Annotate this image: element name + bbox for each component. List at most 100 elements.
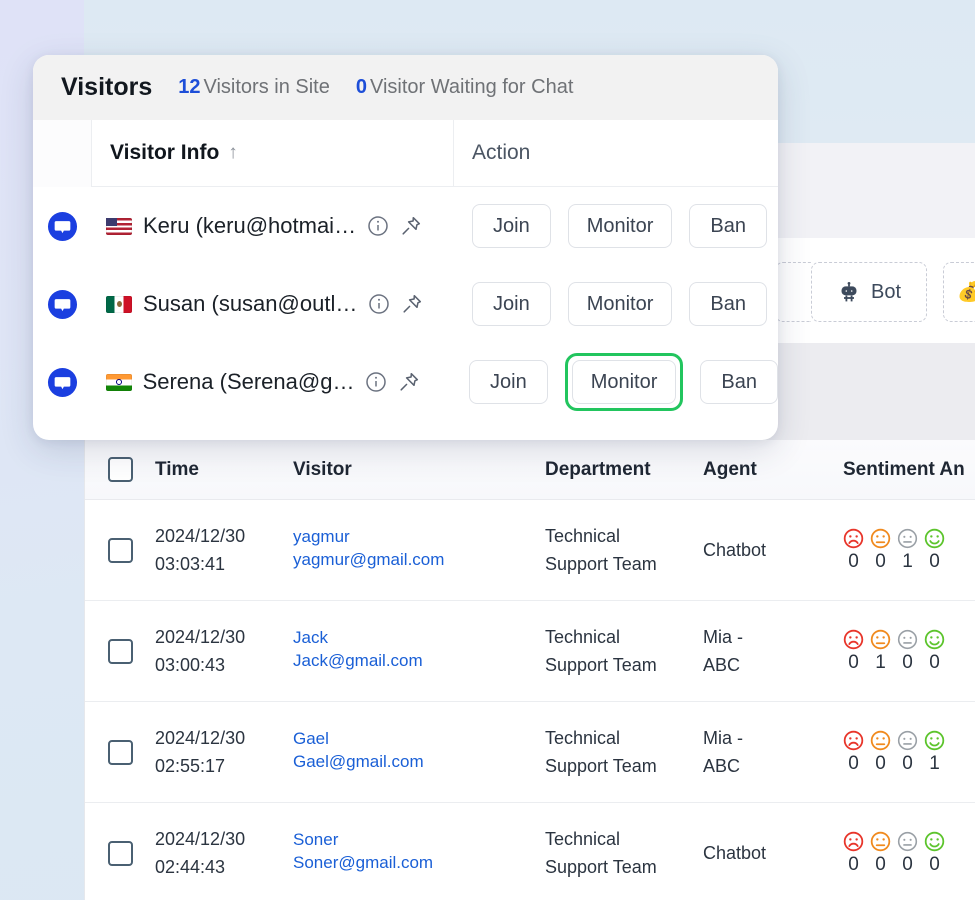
visitor-chat-cell[interactable] xyxy=(33,289,92,320)
pin-icon[interactable] xyxy=(401,293,423,315)
sentiment-count-sad: 0 xyxy=(875,550,886,572)
cell-agent: Chatbot xyxy=(703,536,843,564)
department-line-1: Technical xyxy=(545,727,621,748)
visitors-column-header-info[interactable]: Visitor Info ↑ xyxy=(92,119,454,187)
neutral-face-icon xyxy=(897,730,918,751)
row-checkbox[interactable] xyxy=(107,638,133,664)
row-select-cell[interactable] xyxy=(85,739,155,765)
info-icon[interactable] xyxy=(367,215,389,237)
visitor-email-link[interactable]: Jack@gmail.com xyxy=(293,648,545,675)
sentiment-face-icons xyxy=(843,831,945,852)
sad-face-icon xyxy=(870,831,891,852)
sentiment-count-angry: 0 xyxy=(848,752,859,774)
visitors-popup-panel: Visitors 12 Visitors in Site 0 Visitor Wai… xyxy=(33,55,778,440)
visitor-chat-cell[interactable] xyxy=(33,367,92,398)
column-header-agent[interactable]: Agent xyxy=(703,459,843,481)
visitors-column-header-action: Action xyxy=(472,141,531,164)
join-button[interactable]: Join xyxy=(472,204,551,248)
visitor-name-link[interactable]: Gael xyxy=(293,729,329,748)
visitor-name-link[interactable]: Soner xyxy=(293,830,338,849)
row-checkbox[interactable] xyxy=(107,537,133,563)
table-row[interactable]: 2024/12/30 02:55:17 Gael Gael@gmail.com … xyxy=(85,702,975,803)
column-header-time[interactable]: Time xyxy=(155,459,293,481)
toolbar-chip-partial-right[interactable]: 💰 xyxy=(943,262,975,322)
visitor-chat-cell[interactable] xyxy=(33,211,92,242)
department-line-2: Support Team xyxy=(545,756,657,776)
cell-time: 2024/12/30 03:00:43 xyxy=(155,623,293,680)
visitor-email-link[interactable]: Soner@gmail.com xyxy=(293,850,545,877)
column-header-sentiment[interactable]: Sentiment An xyxy=(843,459,975,481)
cell-time: 2024/12/30 03:03:41 xyxy=(155,522,293,579)
pin-icon[interactable] xyxy=(398,371,420,393)
visitor-name-link[interactable]: Jack xyxy=(293,628,328,647)
toolbar-chip-partial-left[interactable] xyxy=(775,262,811,322)
monitor-button-focus-ring: Monitor xyxy=(564,353,684,411)
table-header-row: Time Visitor Department Agent Sentiment … xyxy=(85,440,975,500)
chat-bubble-icon[interactable] xyxy=(47,367,78,398)
table-row[interactable]: 2024/12/30 03:00:43 Jack Jack@gmail.com … xyxy=(85,601,975,702)
monitor-button[interactable]: Monitor xyxy=(567,204,673,248)
stat-visitors-waiting-count: 0 xyxy=(355,76,367,98)
chat-bubble-icon[interactable] xyxy=(47,289,78,320)
visitor-info-cell: Serena (Serena@g… xyxy=(92,369,451,395)
ban-button[interactable]: Ban xyxy=(689,204,767,248)
join-button[interactable]: Join xyxy=(469,360,548,404)
toolbar-chip-bot[interactable]: Bot xyxy=(811,262,927,322)
cell-agent: Mia - ABC xyxy=(703,623,843,680)
sentiment-count-neutral: 1 xyxy=(902,550,913,572)
department-line-1: Technical xyxy=(545,828,621,849)
cell-visitor: yagmur yagmur@gmail.com xyxy=(293,526,545,574)
angry-face-icon xyxy=(843,528,864,549)
row-checkbox[interactable] xyxy=(107,739,133,765)
visitor-email-link[interactable]: yagmur@gmail.com xyxy=(293,547,545,574)
money-icon: 💰 xyxy=(957,282,975,303)
visitor-email-link[interactable]: Gael@gmail.com xyxy=(293,749,545,776)
sentiment-counts: 0 0 0 0 xyxy=(843,854,945,876)
sentiment-count-angry: 0 xyxy=(848,853,859,875)
visitors-column-header-row: Visitor Info ↑ Action xyxy=(33,119,778,187)
sort-ascending-icon[interactable]: ↑ xyxy=(228,142,238,164)
row-select-cell[interactable] xyxy=(85,638,155,664)
agent-line-1: Chatbot xyxy=(703,539,767,560)
department-line-1: Technical xyxy=(545,626,621,647)
visitor-name-link[interactable]: yagmur xyxy=(293,527,350,546)
row-checkbox[interactable] xyxy=(107,840,133,866)
cell-sentiment: 0 0 0 0 xyxy=(843,831,975,876)
info-icon[interactable] xyxy=(368,293,390,315)
join-button[interactable]: Join xyxy=(472,282,551,326)
monitor-button[interactable]: Monitor xyxy=(567,282,673,326)
visitor-row[interactable]: Susan (susan@outl… Join Monitor Ban xyxy=(33,265,778,343)
info-icon[interactable] xyxy=(365,371,387,393)
sentiment-count-neutral: 0 xyxy=(902,752,913,774)
visitor-action-cell: Join Monitor Ban xyxy=(454,204,767,248)
ban-button[interactable]: Ban xyxy=(689,282,767,326)
cell-time-text: 03:00:43 xyxy=(155,655,226,675)
row-select-cell[interactable] xyxy=(85,840,155,866)
sentiment-count-neutral: 0 xyxy=(902,651,913,673)
robot-icon xyxy=(837,281,861,303)
happy-face-icon xyxy=(924,730,945,751)
visitor-info-cell: Susan (susan@outl… xyxy=(92,291,454,317)
visitor-row[interactable]: Serena (Serena@g… Join Monitor Ban xyxy=(33,343,778,421)
table-row[interactable]: 2024/12/30 03:03:41 yagmur yagmur@gmail.… xyxy=(85,500,975,601)
pin-icon[interactable] xyxy=(400,215,422,237)
cell-department: Technical Support Team xyxy=(545,724,703,781)
visitor-name-text: Serena (Serena@g… xyxy=(142,369,355,394)
column-header-department[interactable]: Department xyxy=(545,459,703,481)
cell-department: Technical Support Team xyxy=(545,522,703,579)
chat-bubble-icon[interactable] xyxy=(47,211,78,242)
table-row[interactable]: 2024/12/30 02:44:43 Soner Soner@gmail.co… xyxy=(85,803,975,900)
cell-visitor: Gael Gael@gmail.com xyxy=(293,728,545,776)
sentiment-face-icons xyxy=(843,629,945,650)
ban-button[interactable]: Ban xyxy=(700,360,778,404)
visitor-row[interactable]: Keru (keru@hotmai… Join Monitor Ban xyxy=(33,187,778,265)
select-all-cell[interactable] xyxy=(85,457,155,482)
monitor-button[interactable]: Monitor xyxy=(571,360,677,404)
column-header-visitor[interactable]: Visitor xyxy=(293,459,545,481)
select-all-checkbox[interactable] xyxy=(107,457,133,482)
row-select-cell[interactable] xyxy=(85,537,155,563)
angry-face-icon xyxy=(843,831,864,852)
sentiment-count-angry: 0 xyxy=(848,651,859,673)
visitor-info-cell: Keru (keru@hotmai… xyxy=(92,213,454,239)
agent-line-1: Chatbot xyxy=(703,842,767,863)
